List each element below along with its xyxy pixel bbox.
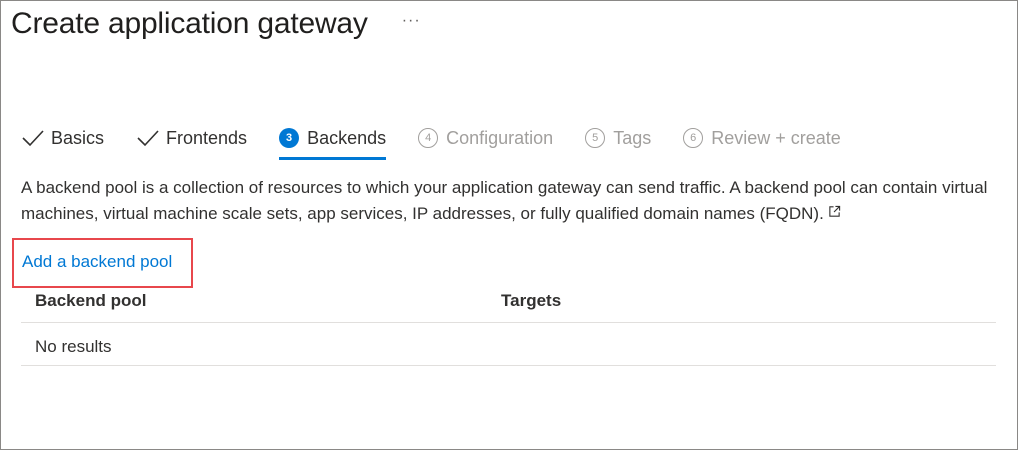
tab-basics[interactable]: Basics bbox=[21, 123, 104, 153]
step-number-badge: 3 bbox=[279, 128, 300, 148]
table-row: No results bbox=[21, 323, 996, 366]
tab-backends[interactable]: 3 Backends bbox=[279, 123, 387, 160]
backend-pool-table: Backend pool Targets No results bbox=[21, 281, 996, 366]
tab-label: Configuration bbox=[446, 127, 554, 148]
tab-label: Basics bbox=[51, 127, 105, 148]
step-number-badge: 4 bbox=[418, 128, 439, 148]
tab-configuration[interactable]: 4 Configuration bbox=[418, 123, 553, 153]
step-number-badge: 6 bbox=[683, 128, 704, 148]
step-number-badge: 5 bbox=[585, 128, 606, 148]
page-header: Create application gateway ··· bbox=[11, 7, 421, 41]
page-title: Create application gateway bbox=[11, 7, 368, 40]
tab-label: Tags bbox=[613, 127, 652, 148]
description-text: A backend pool is a collection of resour… bbox=[21, 178, 988, 223]
table-header: Backend pool Targets bbox=[21, 281, 996, 323]
tab-label: Review + create bbox=[711, 127, 841, 148]
tab-label: Backends bbox=[307, 127, 387, 148]
tab-label: Frontends bbox=[166, 127, 248, 148]
column-header-targets: Targets bbox=[501, 291, 562, 310]
column-header-backend-pool: Backend pool bbox=[35, 291, 147, 310]
tab-tags[interactable]: 5 Tags bbox=[585, 123, 651, 153]
window-frame: Create application gateway ··· Basics Fr… bbox=[0, 0, 1018, 450]
empty-results-text: No results bbox=[35, 337, 112, 356]
more-options-button[interactable]: ··· bbox=[402, 12, 421, 30]
external-link-icon[interactable] bbox=[828, 205, 841, 218]
checkmark-icon bbox=[137, 130, 159, 147]
tab-frontends[interactable]: Frontends bbox=[136, 123, 247, 153]
wizard-tabs: Basics Frontends 3 Backends 4 Configurat… bbox=[21, 119, 873, 160]
add-backend-pool-link[interactable]: Add a backend pool bbox=[22, 252, 172, 272]
checkmark-icon bbox=[22, 130, 44, 147]
backend-pool-description: A backend pool is a collection of resour… bbox=[21, 175, 1011, 227]
tab-review-create[interactable]: 6 Review + create bbox=[683, 123, 841, 153]
